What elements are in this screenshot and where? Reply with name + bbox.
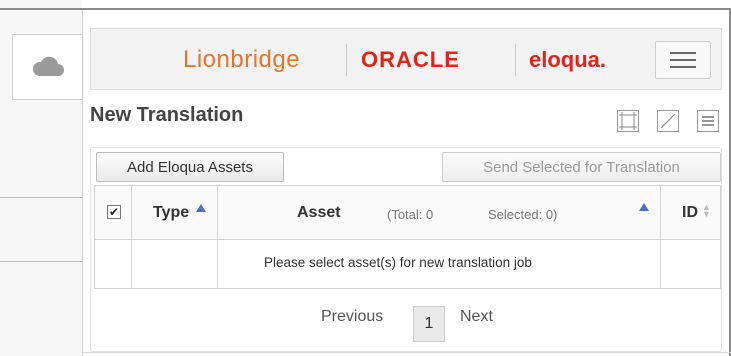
sort-ascending-icon[interactable]: [639, 203, 649, 211]
sidebar-divider: [0, 197, 82, 198]
send-for-translation-button[interactable]: Send Selected for Translation: [442, 152, 721, 182]
expand-frame-icon[interactable]: [617, 110, 639, 132]
column-divider: [217, 186, 218, 288]
lionbridge-logo: Lionbridge: [183, 46, 301, 73]
brand-header: Lionbridge ORACLE eloqua.: [90, 28, 722, 90]
sort-unsorted-icon[interactable]: ▲ ▼: [702, 203, 711, 219]
sidebar-top-border: [0, 8, 82, 10]
hamburger-menu-icon: [670, 52, 696, 54]
cloud-icon: [32, 56, 64, 76]
logo-separator: [346, 44, 347, 76]
list-menu-icon[interactable]: [697, 110, 719, 132]
window-top-border: [82, 8, 731, 10]
pagination-next[interactable]: Next: [460, 308, 493, 326]
hamburger-menu-icon: [670, 59, 696, 61]
oracle-logo: ORACLE: [361, 47, 460, 72]
page-title: New Translation: [90, 104, 244, 126]
column-header-id[interactable]: ID: [682, 204, 698, 222]
assets-table: ✔ Type Asset (Total: 0 Selected: 0) ID ▲…: [94, 185, 721, 289]
column-divider: [660, 186, 661, 288]
sidebar-cloud-tab[interactable]: [12, 34, 83, 100]
hamburger-menu-button[interactable]: [655, 41, 711, 79]
column-divider: [131, 186, 132, 288]
sort-ascending-icon[interactable]: [196, 204, 206, 212]
column-header-type[interactable]: Type: [153, 204, 189, 222]
asset-total-count: (Total: 0: [387, 207, 434, 222]
column-header-asset[interactable]: Asset: [297, 204, 341, 222]
logo-separator: [515, 44, 516, 76]
asset-selected-count: Selected: 0): [488, 207, 558, 222]
select-all-checkbox[interactable]: ✔: [107, 205, 121, 219]
resize-diagonal-icon[interactable]: [657, 110, 679, 132]
sidebar-divider: [0, 261, 82, 262]
pagination-page-1[interactable]: 1: [413, 306, 445, 342]
empty-table-message: Please select asset(s) for new translati…: [264, 255, 532, 270]
hamburger-menu-icon: [670, 66, 696, 68]
bottom-divider: [82, 352, 731, 353]
pagination-previous[interactable]: Previous: [321, 308, 383, 326]
eloqua-logo: eloqua.: [529, 47, 607, 72]
add-eloqua-assets-button[interactable]: Add Eloqua Assets: [96, 152, 284, 182]
panel-divider: [82, 10, 83, 356]
